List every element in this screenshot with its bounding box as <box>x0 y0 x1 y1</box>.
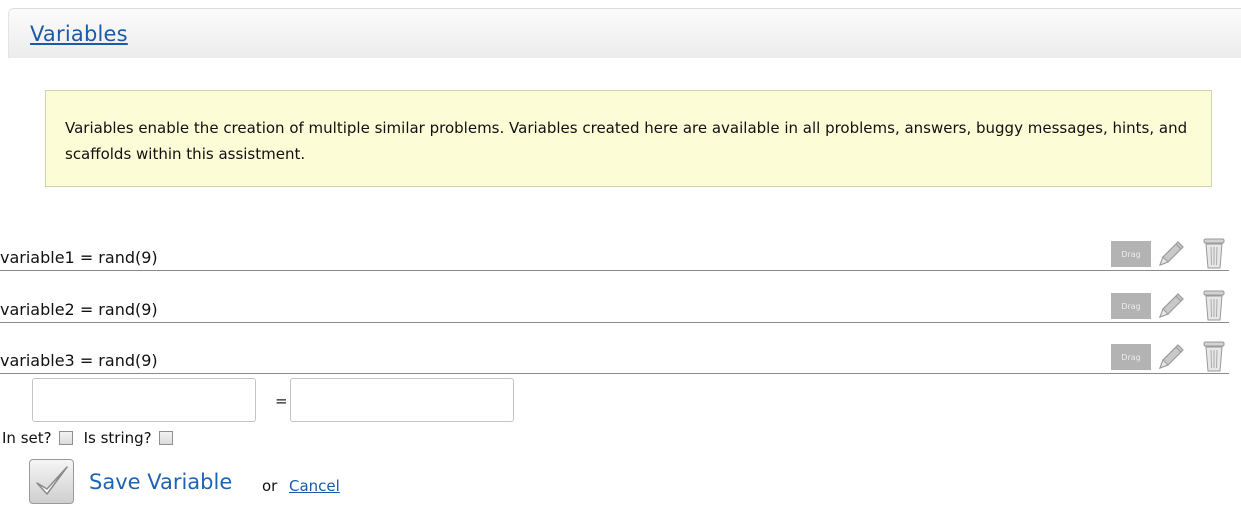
variables-title-link[interactable]: Variables <box>30 22 128 46</box>
drag-handle[interactable]: Drag <box>1111 293 1151 319</box>
variable-definition: variable3 = rand(9) <box>0 351 158 370</box>
checkmark-icon <box>36 466 68 495</box>
pencil-icon[interactable] <box>1157 290 1187 320</box>
drag-label: Drag <box>1121 249 1141 259</box>
or-text: or <box>262 477 278 495</box>
drag-handle[interactable]: Drag <box>1111 344 1151 370</box>
pencil-icon[interactable] <box>1157 341 1187 371</box>
cancel-link[interactable]: Cancel <box>289 477 340 495</box>
drag-label: Drag <box>1121 301 1141 311</box>
variables-info-box: Variables enable the creation of multipl… <box>45 90 1212 187</box>
variable-value-input[interactable] <box>290 378 514 422</box>
variable-row: variable2 = rand(9) Drag <box>0 287 1229 323</box>
trash-icon[interactable] <box>1201 339 1227 373</box>
trash-icon[interactable] <box>1201 236 1227 270</box>
equals-sign: = <box>275 392 288 410</box>
variable-definition: variable1 = rand(9) <box>0 248 158 267</box>
variables-section-header: Variables <box>8 8 1241 58</box>
info-text: Variables enable the creation of multipl… <box>65 119 1188 163</box>
drag-label: Drag <box>1121 352 1141 362</box>
variable-row: variable3 = rand(9) Drag <box>0 338 1229 374</box>
save-variable-button[interactable]: Save Variable <box>89 470 232 494</box>
pencil-icon[interactable] <box>1157 238 1187 268</box>
in-set-checkbox[interactable] <box>58 431 73 445</box>
drag-handle[interactable]: Drag <box>1111 241 1151 267</box>
trash-icon[interactable] <box>1201 288 1227 322</box>
variable-name-input[interactable] <box>32 378 256 422</box>
in-set-label: In set? <box>2 429 52 447</box>
is-string-checkbox[interactable] <box>158 431 173 445</box>
variable-row: variable1 = rand(9) Drag <box>0 235 1229 271</box>
is-string-label: Is string? <box>83 429 152 447</box>
variable-definition: variable2 = rand(9) <box>0 300 158 319</box>
save-variable-icon-button[interactable] <box>29 459 74 504</box>
variable-options: In set? Is string? <box>2 429 184 447</box>
